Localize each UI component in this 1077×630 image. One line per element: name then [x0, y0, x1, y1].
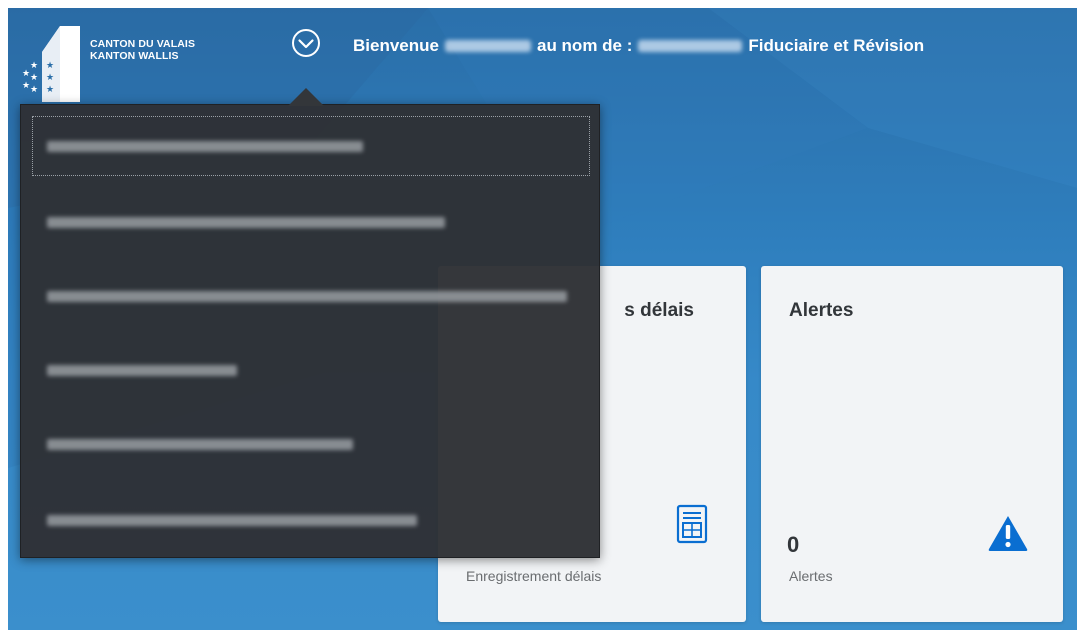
dropdown-item-3[interactable] — [33, 267, 589, 325]
dropdown-item-4[interactable] — [33, 341, 589, 399]
tile-alerts-count: 0 — [787, 532, 800, 557]
svg-text:★: ★ — [30, 85, 38, 95]
tile-deadlines-footer: Enregistrement délais — [466, 568, 602, 584]
logo-text: CANTON DU VALAIS KANTON WALLIS — [90, 38, 195, 62]
menu-toggle-button[interactable] — [288, 25, 324, 61]
screenshot-frame: ★ ★ ★ ★ ★ ★ ★ ★ CANTON DU VALAIS KANTON … — [0, 0, 1077, 630]
tile-deadlines-title: s délais — [624, 300, 694, 321]
redacted-item-label — [47, 217, 445, 228]
dropdown-item-5[interactable] — [33, 415, 589, 473]
tile-alerts[interactable]: Alertes 0 Alertes — [761, 266, 1063, 622]
welcome-message: Bienvenue au nom de : Fiduciaire et Révi… — [353, 36, 924, 56]
svg-text:★: ★ — [30, 73, 38, 83]
warning-triangle-icon — [988, 516, 1028, 551]
svg-text:★: ★ — [46, 73, 54, 83]
tile-alerts-footer: Alertes — [789, 568, 833, 584]
dropdown-item-1[interactable] — [32, 116, 590, 176]
redacted-item-label — [47, 515, 417, 526]
mandate-dropdown-menu — [20, 104, 600, 558]
logo-line-de: KANTON WALLIS — [90, 50, 179, 62]
canton-logo[interactable]: ★ ★ ★ ★ ★ ★ ★ ★ CANTON DU VALAIS KANTON … — [20, 22, 250, 112]
chevron-down-circle-icon — [292, 29, 320, 57]
svg-text:★: ★ — [30, 61, 38, 71]
welcome-on-behalf: au nom de : — [536, 36, 633, 55]
redacted-item-label — [47, 365, 237, 376]
redacted-company-name — [638, 40, 743, 52]
tile-alerts-title: Alertes — [789, 300, 854, 321]
dropdown-item-2[interactable] — [33, 193, 589, 251]
redacted-item-label — [47, 291, 567, 302]
welcome-prefix: Bienvenue — [353, 36, 439, 55]
svg-text:★: ★ — [22, 69, 30, 79]
redacted-item-label — [47, 141, 363, 152]
logo-line-fr: CANTON DU VALAIS — [90, 38, 196, 50]
redacted-item-label — [47, 439, 353, 450]
dropdown-caret — [288, 88, 324, 106]
svg-text:★: ★ — [22, 81, 30, 91]
dropdown-item-6[interactable] — [33, 491, 589, 549]
form-table-icon — [676, 504, 708, 544]
redacted-user-name — [444, 40, 531, 52]
svg-text:★: ★ — [46, 61, 54, 71]
svg-text:★: ★ — [46, 85, 54, 95]
canton-shield-icon: ★ ★ ★ ★ ★ ★ ★ ★ — [22, 26, 80, 102]
app-shell: ★ ★ ★ ★ ★ ★ ★ ★ CANTON DU VALAIS KANTON … — [8, 8, 1077, 630]
welcome-company: Fiduciaire et Révision — [748, 36, 925, 55]
